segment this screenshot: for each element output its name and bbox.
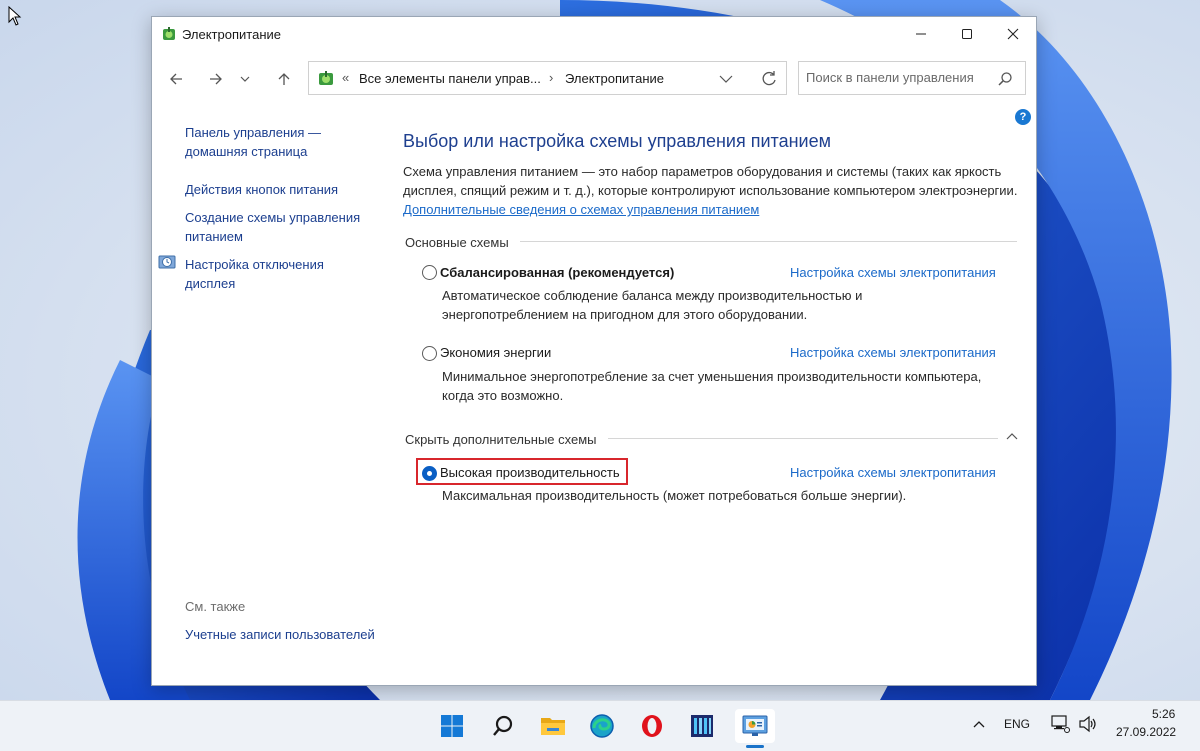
minimize-button[interactable] <box>898 17 944 51</box>
plan-description-power-saver: Минимальное энергопотребление за счет ум… <box>442 369 982 403</box>
mouse-cursor-icon <box>8 6 22 26</box>
description-text: Схема управления питанием — это набор па… <box>403 164 1018 198</box>
start-icon <box>441 715 463 737</box>
close-icon <box>1007 28 1019 40</box>
control-panel-icon <box>319 71 333 85</box>
help-icon[interactable]: ? <box>1015 109 1031 125</box>
network-icon[interactable] <box>1050 715 1070 733</box>
minimize-icon <box>916 33 926 35</box>
volume-icon[interactable] <box>1078 715 1098 733</box>
back-button[interactable] <box>164 67 188 91</box>
clock-date[interactable]: 27.09.2022 <box>1116 725 1176 739</box>
see-also-heading: См. также <box>185 599 246 614</box>
search-icon <box>493 715 513 736</box>
maximize-button[interactable] <box>944 17 990 51</box>
plan-name-high-performance[interactable]: Высокая производительность <box>440 465 620 480</box>
divider <box>520 241 1017 242</box>
chevron-down-icon <box>240 76 250 82</box>
breadcrumb-power-options[interactable]: Электропитание <box>565 71 664 86</box>
hidden-plans-heading[interactable]: Скрыть дополнительные схемы <box>405 432 597 447</box>
page-description: Схема управления питанием — это набор па… <box>403 162 1023 219</box>
sidebar-link-power-buttons[interactable]: Действия кнопок питания <box>185 180 375 199</box>
edge-icon <box>590 714 614 738</box>
radio-high-performance[interactable] <box>422 466 437 481</box>
plan-settings-link-high-performance[interactable]: Настройка схемы электропитания <box>790 465 996 480</box>
file-explorer-button[interactable] <box>537 710 569 742</box>
file-explorer-icon <box>541 718 565 735</box>
display-timer-icon <box>158 255 176 269</box>
opera-button[interactable] <box>636 710 668 742</box>
primary-plans-heading: Основные схемы <box>405 235 509 250</box>
sidebar-link-display-off[interactable]: Настройка отключения дисплея <box>185 255 375 293</box>
sidebar-link-user-accounts[interactable]: Учетные записи пользователей <box>185 625 375 644</box>
window-title: Электропитание <box>182 27 281 42</box>
arrow-up-icon <box>278 73 290 85</box>
taskbar: ENG 5:26 27.09.2022 <box>0 700 1200 751</box>
app-icon <box>691 715 713 737</box>
power-options-icon <box>163 27 175 40</box>
search-icon[interactable] <box>997 71 1013 87</box>
clock-time[interactable]: 5:26 <box>1152 707 1175 721</box>
control-panel-icon <box>742 715 768 736</box>
language-indicator[interactable]: ENG <box>1004 717 1030 731</box>
chevron-down-icon[interactable] <box>717 70 735 88</box>
forward-button[interactable] <box>204 67 228 91</box>
learn-more-link[interactable]: Дополнительные сведения о схемах управле… <box>403 202 759 217</box>
breadcrumb-overflow[interactable]: « <box>342 70 349 85</box>
start-button[interactable] <box>436 710 468 742</box>
chevron-up-icon[interactable] <box>971 717 987 733</box>
arrow-left-icon <box>170 73 182 85</box>
opera-icon <box>642 715 662 737</box>
divider <box>608 438 998 439</box>
close-button[interactable] <box>990 17 1036 51</box>
app-button[interactable] <box>686 710 718 742</box>
radio-power-saver[interactable] <box>422 346 437 361</box>
plan-name-power-saver[interactable]: Экономия энергии <box>440 345 551 360</box>
sidebar-link-create-plan[interactable]: Создание схемы управления питанием <box>185 208 375 246</box>
radio-balanced[interactable] <box>422 265 437 280</box>
search-input[interactable] <box>806 70 986 85</box>
sidebar-link-home[interactable]: Панель управления — домашняя страница <box>185 123 375 161</box>
address-bar[interactable]: « Все элементы панели управ... › Электро… <box>308 61 787 95</box>
plan-name-balanced[interactable]: Сбалансированная (рекомендуется) <box>440 265 674 280</box>
control-panel-window: Электропитание « Все элементы панели упр… <box>151 16 1037 686</box>
search-box[interactable] <box>798 61 1026 95</box>
breadcrumb-separator[interactable]: › <box>549 70 553 85</box>
plan-settings-link-power-saver[interactable]: Настройка схемы электропитания <box>790 345 996 360</box>
maximize-icon <box>962 29 972 39</box>
title-bar[interactable]: Электропитание <box>152 17 1036 51</box>
breadcrumb-all-items[interactable]: Все элементы панели управ... <box>359 71 541 86</box>
control-panel-button[interactable] <box>739 710 771 742</box>
plan-description-balanced: Автоматическое соблюдение баланса между … <box>442 288 863 322</box>
page-title: Выбор или настройка схемы управления пит… <box>403 131 831 151</box>
recent-locations-button[interactable] <box>238 67 252 91</box>
plan-description-high-performance: Максимальная производительность (может п… <box>442 488 907 503</box>
plan-settings-link-balanced[interactable]: Настройка схемы электропитания <box>790 265 996 280</box>
taskbar-search-button[interactable] <box>487 710 519 742</box>
active-app-indicator <box>746 745 764 748</box>
chevron-up-icon[interactable] <box>1005 430 1019 444</box>
edge-button[interactable] <box>586 710 618 742</box>
arrow-right-icon <box>210 73 222 85</box>
up-button[interactable] <box>272 67 296 91</box>
refresh-icon[interactable] <box>759 69 779 89</box>
